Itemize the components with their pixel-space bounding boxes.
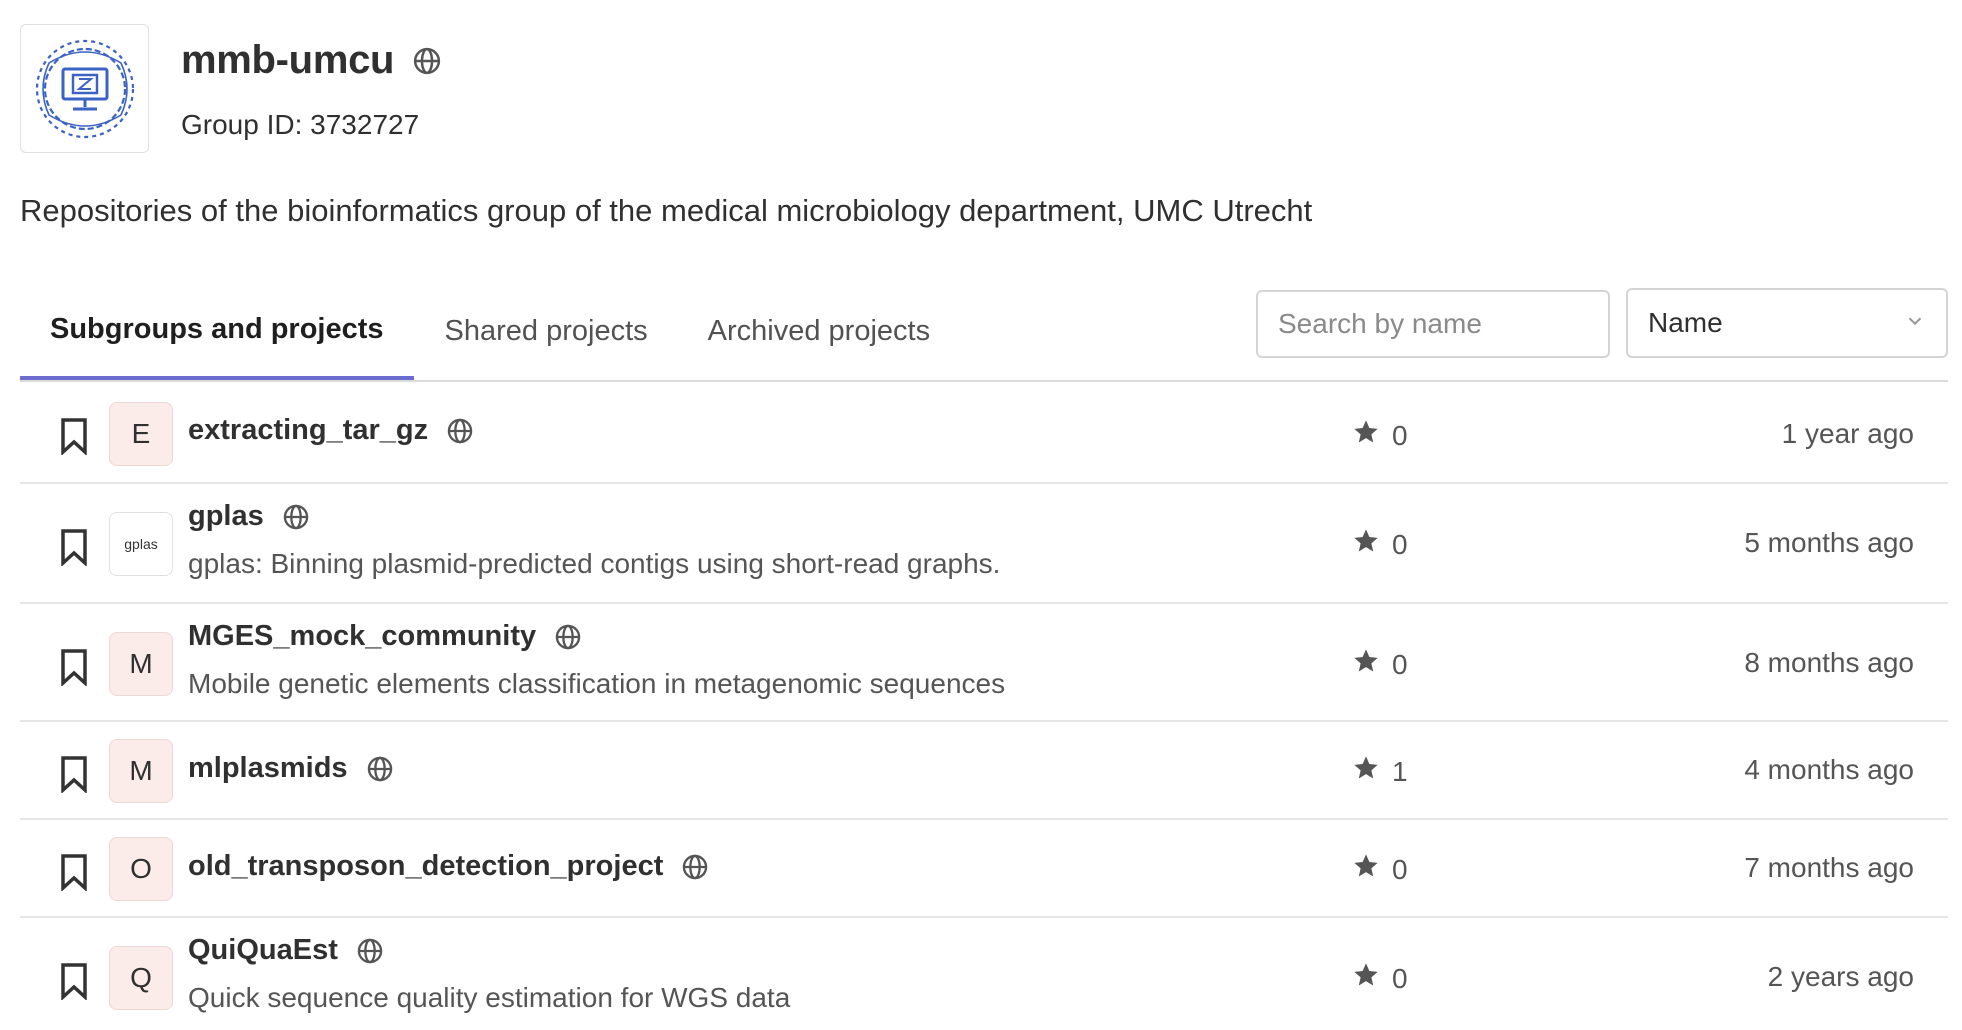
star-count: 1 (1352, 754, 1408, 789)
bookmark-icon[interactable] (60, 755, 88, 794)
group-title: mmb-umcu (181, 38, 395, 82)
tab-shared-projects[interactable]: Shared projects (414, 282, 678, 380)
globe-icon (554, 623, 582, 651)
project-list: E extracting_tar_gz 0 1 year ago gplas g… (20, 384, 1948, 1030)
project-name[interactable]: mlplasmids (188, 752, 348, 785)
star-count-value: 0 (1392, 962, 1408, 994)
star-icon (1352, 961, 1380, 996)
tabs-bar: Subgroups and projects Shared projects A… (20, 282, 1948, 382)
updated-time: 1 year ago (1781, 418, 1914, 449)
star-icon (1352, 647, 1380, 682)
chevron-down-icon (1904, 307, 1926, 339)
project-row[interactable]: M mlplasmids 1 4 months ago (20, 722, 1948, 820)
project-description: Quick sequence quality estimation for WG… (188, 982, 791, 1013)
project-name[interactable]: gplas (188, 500, 264, 533)
project-name[interactable]: old_transposon_detection_project (188, 850, 663, 883)
group-header: mmb-umcu Group ID: 3732727 (20, 24, 442, 153)
bookmark-icon[interactable] (60, 648, 88, 687)
globe-icon (366, 755, 394, 783)
star-count: 0 (1352, 527, 1408, 562)
project-description: gplas: Binning plasmid-predicted contigs… (188, 548, 1001, 579)
project-avatar[interactable]: M (109, 739, 173, 803)
star-icon (1352, 527, 1380, 562)
globe-icon (681, 853, 709, 881)
bookmark-icon[interactable] (60, 853, 88, 892)
search-input[interactable] (1256, 290, 1610, 358)
group-avatar[interactable] (20, 24, 149, 153)
project-avatar[interactable]: M (109, 632, 173, 696)
sort-dropdown[interactable]: Name (1626, 288, 1948, 358)
star-count-value: 0 (1392, 419, 1408, 451)
globe-icon (412, 46, 442, 76)
globe-icon (282, 503, 310, 531)
project-avatar[interactable]: E (109, 402, 173, 466)
project-name[interactable]: MGES_mock_community (188, 620, 536, 653)
updated-time: 2 years ago (1767, 961, 1914, 992)
star-icon (1352, 418, 1380, 453)
project-row[interactable]: Q QuiQuaEst Quick sequence quality estim… (20, 918, 1948, 1030)
project-avatar[interactable]: gplas (109, 512, 173, 576)
updated-time: 5 months ago (1744, 527, 1914, 558)
star-count: 0 (1352, 418, 1408, 453)
star-count: 0 (1352, 852, 1408, 887)
sort-selected-label: Name (1648, 307, 1723, 338)
tab-subgroups-and-projects[interactable]: Subgroups and projects (20, 282, 414, 380)
group-id: Group ID: 3732727 (181, 109, 420, 140)
star-icon (1352, 754, 1380, 789)
star-count-value: 0 (1392, 528, 1408, 560)
project-description: Mobile genetic elements classification i… (188, 668, 1006, 699)
project-row[interactable]: M MGES_mock_community Mobile genetic ele… (20, 604, 1948, 722)
dna-monitor-logo-icon (35, 39, 134, 138)
globe-icon (356, 937, 384, 965)
star-count-value: 0 (1392, 853, 1408, 885)
updated-time: 7 months ago (1744, 852, 1914, 883)
star-count: 0 (1352, 647, 1408, 682)
project-avatar[interactable]: Q (109, 946, 173, 1010)
bookmark-icon[interactable] (60, 528, 88, 567)
globe-icon (446, 417, 474, 445)
star-count-value: 1 (1392, 755, 1408, 787)
bookmark-icon[interactable] (60, 417, 88, 456)
updated-time: 4 months ago (1744, 754, 1914, 785)
gplas-logo: gplas (124, 536, 158, 552)
star-icon (1352, 852, 1380, 887)
star-count: 0 (1352, 961, 1408, 996)
project-row[interactable]: gplas gplas gplas: Binning plasmid-predi… (20, 484, 1948, 604)
project-avatar[interactable]: O (109, 837, 173, 901)
project-name[interactable]: extracting_tar_gz (188, 414, 428, 447)
project-row[interactable]: E extracting_tar_gz 0 1 year ago (20, 384, 1948, 484)
bookmark-icon[interactable] (60, 962, 88, 1001)
updated-time: 8 months ago (1744, 647, 1914, 678)
group-description: Repositories of the bioinformatics group… (20, 193, 1313, 228)
project-name[interactable]: QuiQuaEst (188, 934, 338, 967)
project-row[interactable]: O old_transposon_detection_project 0 7 m… (20, 820, 1948, 918)
star-count-value: 0 (1392, 648, 1408, 680)
tab-archived-projects[interactable]: Archived projects (678, 282, 960, 380)
